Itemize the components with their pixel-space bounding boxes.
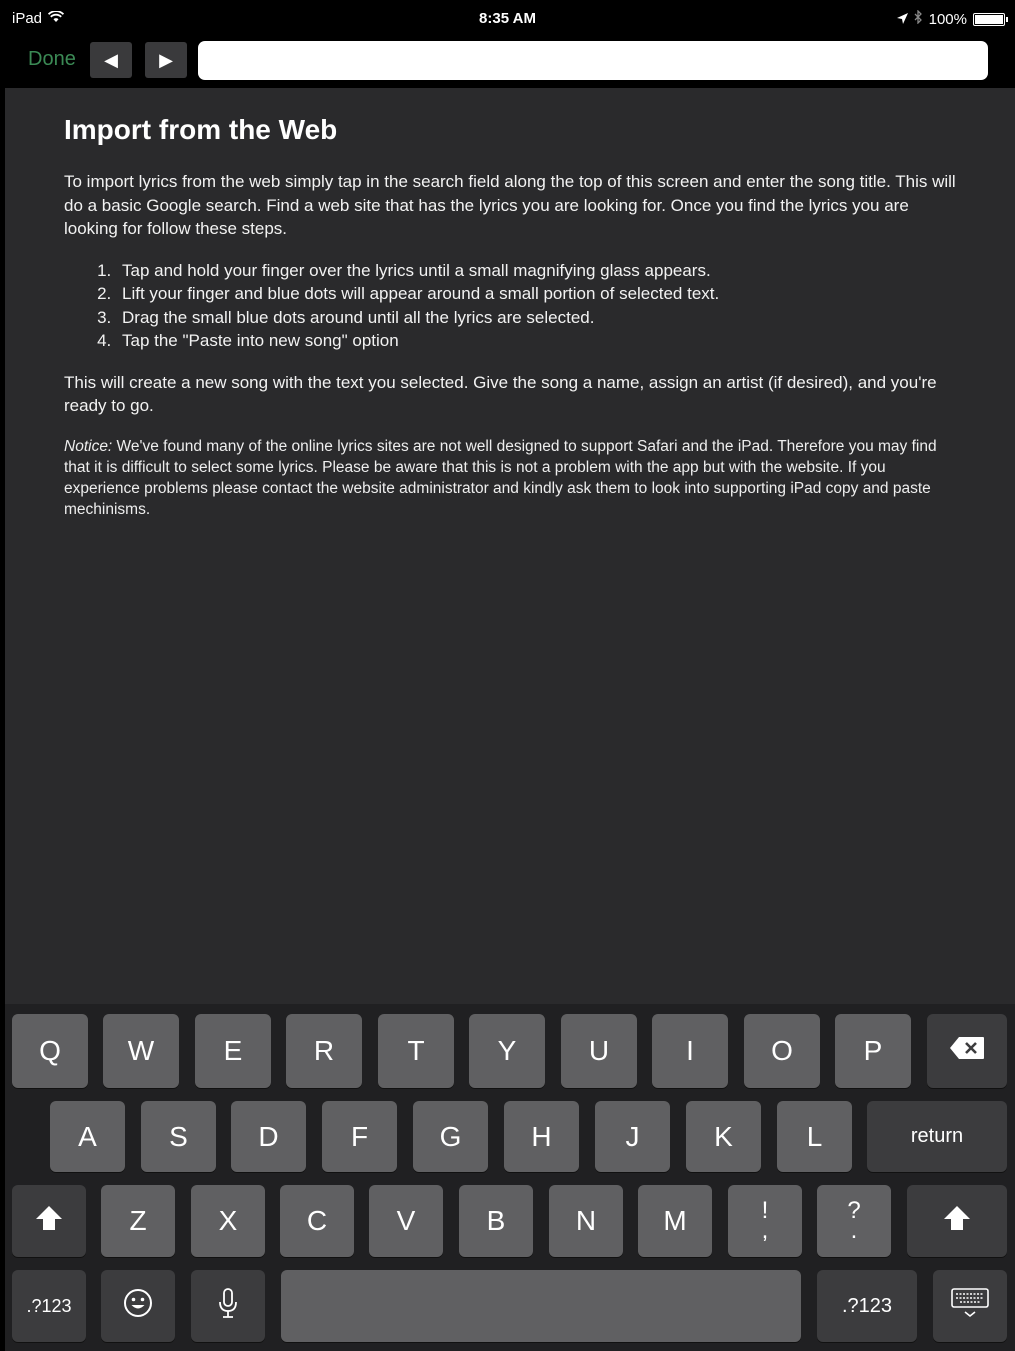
key-x[interactable]: X: [191, 1185, 265, 1257]
dictation-key[interactable]: [191, 1270, 265, 1342]
forward-button[interactable]: ▶: [145, 42, 187, 78]
key-v[interactable]: V: [369, 1185, 443, 1257]
battery-icon: [973, 12, 1008, 26]
shift-key-left[interactable]: [12, 1185, 86, 1257]
return-key[interactable]: return: [867, 1101, 1007, 1172]
key-f[interactable]: F: [322, 1101, 397, 1172]
keyboard-dismiss-icon: [950, 1287, 990, 1326]
browser-toolbar: Done ◀ ▶: [0, 36, 1015, 88]
onscreen-keyboard: Q W E R T Y U I O P A S D F G H J K L re…: [5, 1004, 1015, 1351]
emoji-icon: [123, 1288, 153, 1325]
key-n[interactable]: N: [549, 1185, 623, 1257]
key-z[interactable]: Z: [101, 1185, 175, 1257]
emoji-key[interactable]: [101, 1270, 175, 1342]
step-item: Tap the "Paste into new song" option: [116, 329, 956, 353]
steps-list: Tap and hold your finger over the lyrics…: [116, 259, 956, 353]
intro-paragraph: To import lyrics from the web simply tap…: [64, 172, 956, 238]
back-arrow-icon: ◀: [104, 49, 118, 70]
key-l[interactable]: L: [777, 1101, 852, 1172]
done-button[interactable]: Done: [28, 48, 76, 71]
key-c[interactable]: C: [280, 1185, 354, 1257]
key-o[interactable]: O: [744, 1014, 820, 1088]
key-u[interactable]: U: [561, 1014, 637, 1088]
key-b[interactable]: B: [459, 1185, 533, 1257]
key-r[interactable]: R: [286, 1014, 362, 1088]
shift-key-right[interactable]: [907, 1185, 1007, 1257]
bluetooth-icon: [914, 9, 923, 28]
key-period-label: .: [850, 1217, 858, 1244]
delete-icon: [949, 1035, 985, 1067]
key-q[interactable]: Q: [12, 1014, 88, 1088]
key-w[interactable]: W: [103, 1014, 179, 1088]
key-a[interactable]: A: [50, 1101, 125, 1172]
space-bar[interactable]: [281, 1270, 801, 1342]
notice-paragraph: Notice: We've found many of the online l…: [64, 436, 956, 520]
key-g[interactable]: G: [413, 1101, 488, 1172]
step-item: Drag the small blue dots around until al…: [116, 306, 956, 330]
key-comma-label: ,: [761, 1217, 769, 1244]
shift-icon: [942, 1204, 972, 1239]
back-button[interactable]: ◀: [90, 42, 132, 78]
location-arrow-icon: [896, 11, 908, 28]
notice-label: Notice:: [64, 437, 113, 455]
key-question-period-glyphs: ? .: [847, 1199, 860, 1244]
numbers-key-left[interactable]: .?123: [12, 1270, 86, 1342]
key-y[interactable]: Y: [469, 1014, 545, 1088]
battery-percent: 100%: [928, 10, 967, 28]
key-e[interactable]: E: [195, 1014, 271, 1088]
key-i[interactable]: I: [652, 1014, 728, 1088]
shift-icon: [34, 1204, 64, 1239]
outro-paragraph: This will create a new song with the tex…: [64, 372, 937, 416]
dismiss-keyboard-key[interactable]: [933, 1270, 1007, 1342]
key-h[interactable]: H: [504, 1101, 579, 1172]
key-question-period[interactable]: ? .: [817, 1185, 891, 1257]
page-title: Import from the Web: [64, 114, 338, 145]
key-p[interactable]: P: [835, 1014, 911, 1088]
key-exclaim-comma[interactable]: ! ,: [728, 1185, 802, 1257]
help-content: Import from the Web To import lyrics fro…: [5, 88, 1015, 1004]
step-item: Lift your finger and blue dots will appe…: [116, 282, 956, 306]
forward-arrow-icon: ▶: [159, 49, 173, 70]
step-item: Tap and hold your finger over the lyrics…: [116, 259, 956, 283]
key-m[interactable]: M: [638, 1185, 712, 1257]
key-k[interactable]: K: [686, 1101, 761, 1172]
status-time: 8:35 AM: [479, 10, 536, 27]
key-j[interactable]: J: [595, 1101, 670, 1172]
key-t[interactable]: T: [378, 1014, 454, 1088]
key-d[interactable]: D: [231, 1101, 306, 1172]
backspace-key[interactable]: [927, 1014, 1007, 1088]
search-input[interactable]: [198, 41, 988, 80]
status-bar: iPad 8:35 AM 100%: [0, 0, 1015, 36]
numbers-key-right[interactable]: .?123: [817, 1270, 917, 1342]
notice-text: We've found many of the online lyrics si…: [64, 437, 937, 518]
key-s[interactable]: S: [141, 1101, 216, 1172]
key-exclaim-comma-glyphs: ! ,: [761, 1199, 769, 1244]
status-right: 100%: [896, 9, 1008, 28]
microphone-icon: [218, 1287, 238, 1326]
